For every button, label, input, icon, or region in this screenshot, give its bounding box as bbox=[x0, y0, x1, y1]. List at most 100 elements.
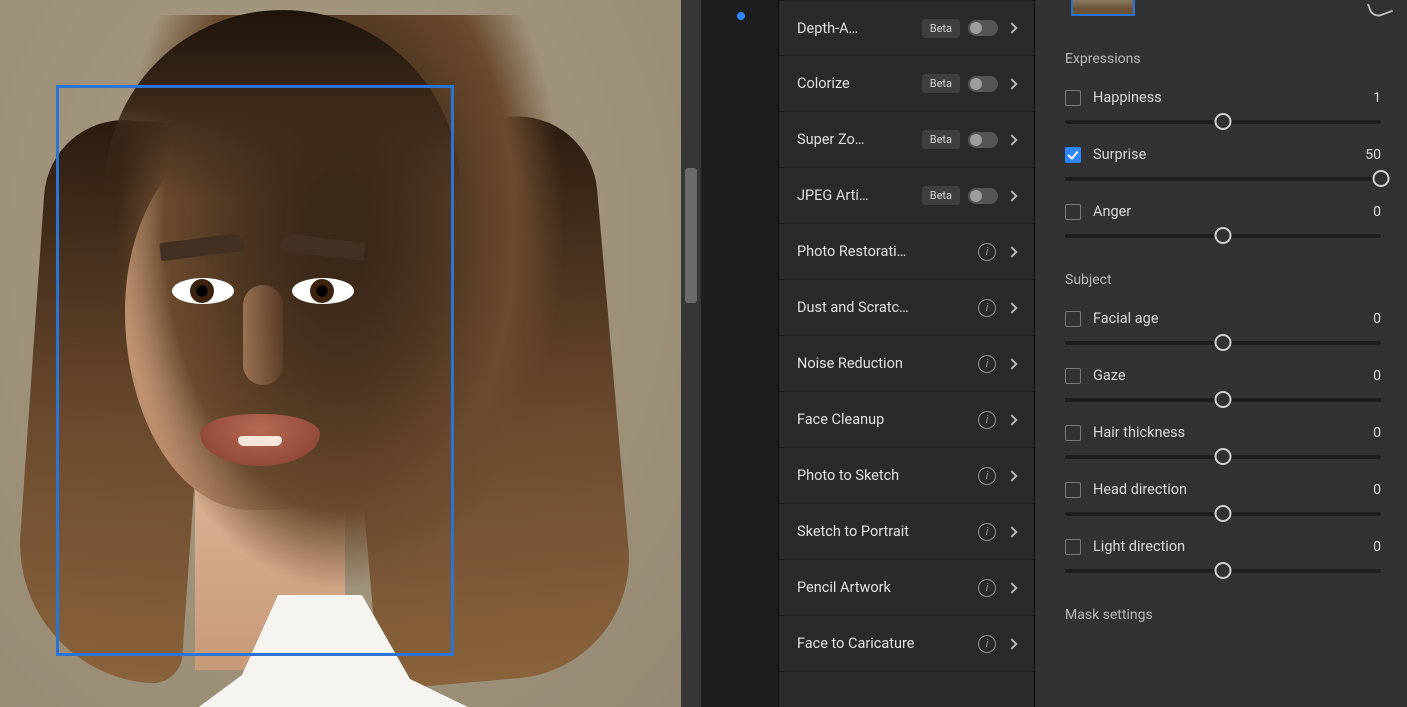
filter-item-1[interactable]: ColorizeBeta bbox=[779, 56, 1034, 112]
chevron-right-icon bbox=[1006, 470, 1017, 481]
slider-anger: Anger0 bbox=[1065, 203, 1381, 238]
canvas-viewport[interactable] bbox=[0, 0, 681, 707]
slider-track-surprise[interactable] bbox=[1065, 177, 1381, 181]
slider-checkbox-gaze[interactable] bbox=[1065, 368, 1081, 384]
beta-badge: Beta bbox=[922, 19, 960, 38]
chevron-right-icon bbox=[1006, 22, 1017, 33]
filter-item-0[interactable]: Depth-A… Beta bbox=[779, 0, 1034, 56]
slider-track-facial_age[interactable] bbox=[1065, 341, 1381, 345]
face-thumbnail-selected[interactable] bbox=[1071, 0, 1135, 16]
slider-label: Hair thickness bbox=[1093, 424, 1373, 441]
filter-item-5[interactable]: Dust and Scratc… i bbox=[779, 280, 1034, 336]
slider-value: 0 bbox=[1373, 482, 1381, 498]
face-thumbnails-row bbox=[1065, 0, 1381, 25]
filter-toggle[interactable] bbox=[968, 76, 998, 92]
slider-label: Facial age bbox=[1093, 310, 1373, 327]
slider-thumb-anger[interactable] bbox=[1215, 227, 1232, 244]
slider-value: 1 bbox=[1373, 90, 1381, 106]
canvas-scrollbar-thumb[interactable] bbox=[685, 168, 697, 303]
filter-toggle[interactable] bbox=[968, 132, 998, 148]
slider-track-hair_thickness[interactable] bbox=[1065, 455, 1381, 459]
image-canvas[interactable] bbox=[0, 0, 681, 707]
slider-checkbox-light_direction[interactable] bbox=[1065, 539, 1081, 555]
slider-thumb-head_direction[interactable] bbox=[1215, 505, 1232, 522]
slider-thumb-facial_age[interactable] bbox=[1215, 334, 1232, 351]
slider-thumb-hair_thickness[interactable] bbox=[1215, 448, 1232, 465]
slider-gaze: Gaze0 bbox=[1065, 367, 1381, 402]
slider-checkbox-facial_age[interactable] bbox=[1065, 311, 1081, 327]
slider-track-happiness[interactable] bbox=[1065, 120, 1381, 124]
slider-header: Anger0 bbox=[1065, 203, 1381, 220]
filter-item-2[interactable]: Super Zo… Beta bbox=[779, 112, 1034, 168]
filter-item-8[interactable]: Photo to Sketchi bbox=[779, 448, 1034, 504]
filter-label: Dust and Scratc… bbox=[797, 299, 937, 316]
info-icon[interactable]: i bbox=[978, 635, 996, 653]
slider-checkbox-happiness[interactable] bbox=[1065, 90, 1081, 106]
chevron-right-icon bbox=[1006, 134, 1017, 145]
slider-label: Head direction bbox=[1093, 481, 1373, 498]
slider-thumb-gaze[interactable] bbox=[1215, 391, 1232, 408]
filter-item-3[interactable]: JPEG Arti… Beta bbox=[779, 168, 1034, 224]
chevron-right-icon bbox=[1006, 638, 1017, 649]
filter-item-9[interactable]: Sketch to Portraiti bbox=[779, 504, 1034, 560]
info-icon[interactable]: i bbox=[978, 523, 996, 541]
filter-label: Depth-A… bbox=[797, 20, 885, 37]
slider-checkbox-surprise[interactable] bbox=[1065, 147, 1081, 163]
status-dot-icon bbox=[737, 12, 745, 20]
canvas-scrollbar[interactable] bbox=[681, 0, 701, 707]
slider-header: Gaze0 bbox=[1065, 367, 1381, 384]
slider-track-light_direction[interactable] bbox=[1065, 569, 1381, 573]
filter-item-6[interactable]: Noise Reductioni bbox=[779, 336, 1034, 392]
slider-thumb-happiness[interactable] bbox=[1215, 113, 1232, 130]
filter-label: Pencil Artwork bbox=[797, 579, 937, 596]
slider-checkbox-anger[interactable] bbox=[1065, 204, 1081, 220]
filter-item-7[interactable]: Face Cleanup i bbox=[779, 392, 1034, 448]
properties-panel: Expressions Happiness1 Surprise50 Anger0… bbox=[1035, 0, 1407, 707]
filter-item-10[interactable]: Pencil Artwork i bbox=[779, 560, 1034, 616]
slider-light_direction: Light direction0 bbox=[1065, 538, 1381, 573]
filter-label: Super Zo… bbox=[797, 131, 885, 148]
slider-header: Happiness1 bbox=[1065, 89, 1381, 106]
slider-header: Light direction0 bbox=[1065, 538, 1381, 555]
slider-checkbox-hair_thickness[interactable] bbox=[1065, 425, 1081, 441]
filter-toggle[interactable] bbox=[968, 20, 998, 36]
slider-happiness: Happiness1 bbox=[1065, 89, 1381, 124]
face-selection-rect[interactable] bbox=[56, 85, 454, 656]
info-icon[interactable]: i bbox=[978, 299, 996, 317]
slider-label: Light direction bbox=[1093, 538, 1373, 555]
chevron-right-icon bbox=[1006, 302, 1017, 313]
filter-item-4[interactable]: Photo Restorati…i bbox=[779, 224, 1034, 280]
side-rail bbox=[701, 0, 779, 707]
info-icon[interactable]: i bbox=[978, 579, 996, 597]
slider-label: Gaze bbox=[1093, 367, 1373, 384]
beta-badge: Beta bbox=[922, 186, 960, 205]
filter-label: JPEG Arti… bbox=[797, 187, 885, 204]
filter-toggle[interactable] bbox=[968, 188, 998, 204]
beta-badge: Beta bbox=[922, 74, 960, 93]
slider-label: Happiness bbox=[1093, 89, 1373, 106]
slider-label: Surprise bbox=[1093, 146, 1365, 163]
slider-label: Anger bbox=[1093, 203, 1373, 220]
info-icon[interactable]: i bbox=[978, 467, 996, 485]
filter-label: Face Cleanup bbox=[797, 411, 937, 428]
slider-checkbox-head_direction[interactable] bbox=[1065, 482, 1081, 498]
slider-thumb-surprise[interactable] bbox=[1373, 170, 1390, 187]
info-icon[interactable]: i bbox=[978, 243, 996, 261]
info-icon[interactable]: i bbox=[978, 411, 996, 429]
slider-facial_age: Facial age0 bbox=[1065, 310, 1381, 345]
filter-item-11[interactable]: Face to Caricaturei bbox=[779, 616, 1034, 672]
slider-track-anger[interactable] bbox=[1065, 234, 1381, 238]
slider-value: 0 bbox=[1373, 425, 1381, 441]
reset-icon[interactable] bbox=[1367, 0, 1393, 19]
slider-header: Head direction0 bbox=[1065, 481, 1381, 498]
filter-list: Depth-A…BetaColorizeBetaSuper Zo…BetaJPE… bbox=[779, 0, 1035, 707]
beta-badge: Beta bbox=[922, 130, 960, 149]
subject-heading: Subject bbox=[1065, 272, 1381, 288]
chevron-right-icon bbox=[1006, 526, 1017, 537]
info-icon[interactable]: i bbox=[978, 355, 996, 373]
slider-track-head_direction[interactable] bbox=[1065, 512, 1381, 516]
slider-thumb-light_direction[interactable] bbox=[1215, 562, 1232, 579]
mask-settings-heading: Mask settings bbox=[1065, 607, 1381, 623]
chevron-right-icon bbox=[1006, 246, 1017, 257]
slider-track-gaze[interactable] bbox=[1065, 398, 1381, 402]
